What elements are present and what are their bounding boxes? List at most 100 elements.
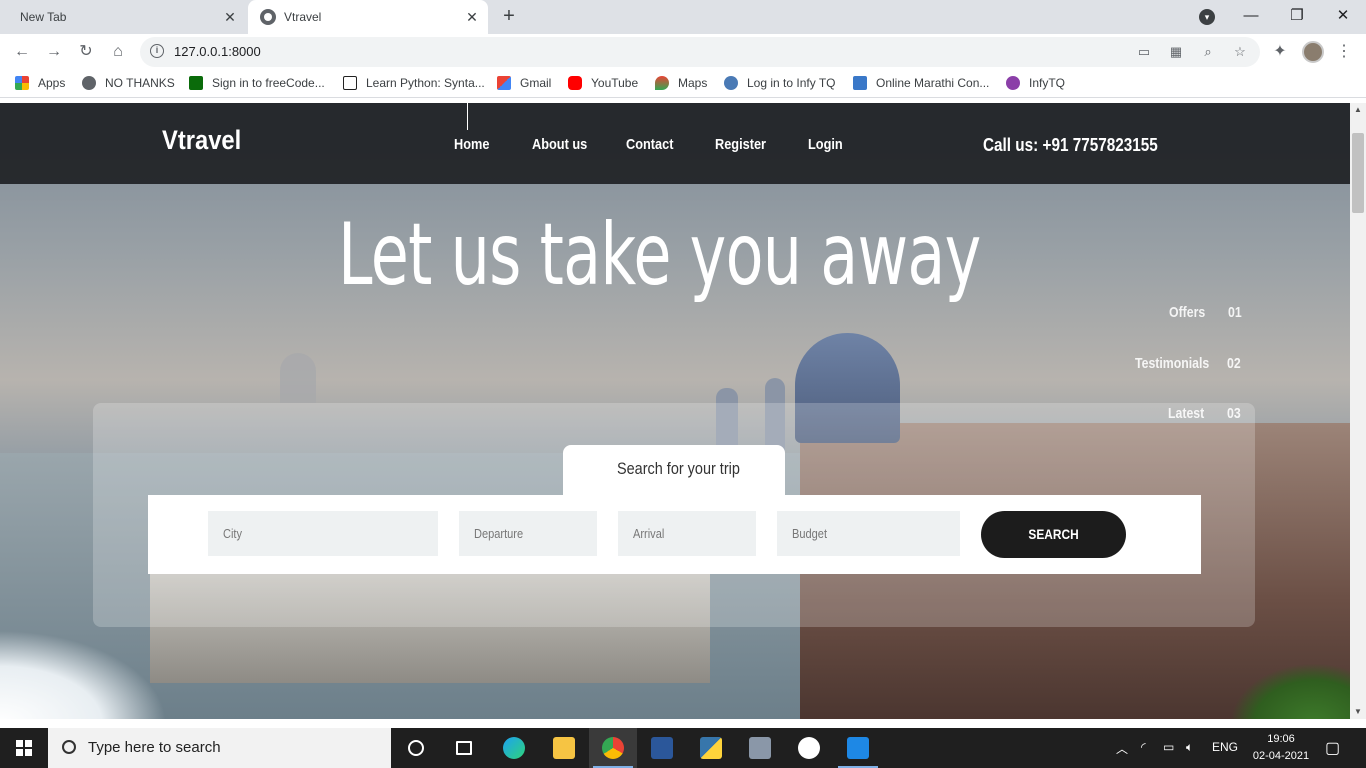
side-nav-offers-number: 01 <box>1228 304 1242 321</box>
active-nav-indicator <box>467 103 468 130</box>
minimize-button[interactable]: — <box>1228 0 1274 34</box>
battery-icon[interactable]: ▭ <box>1163 740 1174 754</box>
taskbar-search-box[interactable]: Type here to search <box>48 728 391 768</box>
site-header: Vtravel Home About us Contact Register L… <box>0 103 1350 184</box>
task-view-icon <box>456 741 472 755</box>
departure-input[interactable]: Departure <box>459 511 597 556</box>
city-input[interactable]: City <box>208 511 438 556</box>
bookmark-star-icon[interactable]: ☆ <box>1232 44 1248 60</box>
bookmark-label: Sign in to freeCode... <box>212 76 325 90</box>
forward-button[interactable]: → <box>42 40 66 64</box>
language-indicator[interactable]: ENG <box>1212 740 1238 754</box>
close-tab-icon[interactable]: ✕ <box>222 9 238 25</box>
search-button-label: SEARCH <box>1028 526 1079 542</box>
bookmark-infytq[interactable]: InfyTQ <box>1006 76 1065 90</box>
taskbar-python[interactable] <box>687 728 735 768</box>
windows-logo-icon <box>16 740 32 756</box>
tab-search-icon[interactable]: ▾ <box>1199 9 1215 25</box>
profile-avatar[interactable] <box>1302 41 1324 63</box>
menu-icon[interactable]: ⋮ <box>1332 40 1356 64</box>
scroll-down-arrow-icon[interactable]: ▼ <box>1350 705 1366 719</box>
clock-time: 19:06 <box>1267 733 1295 745</box>
maps-icon <box>655 76 669 90</box>
start-button[interactable] <box>0 728 48 768</box>
taskbar-file-explorer[interactable] <box>540 728 588 768</box>
notifications-icon[interactable]: ▢ <box>1325 738 1340 758</box>
cortana-button[interactable] <box>392 728 440 768</box>
network-icon[interactable]: ◜ <box>1141 740 1146 754</box>
arrival-input[interactable]: Arrival <box>618 511 756 556</box>
taskbar-chrome[interactable] <box>589 728 637 768</box>
nav-contact[interactable]: Contact <box>626 136 673 153</box>
site-logo[interactable]: Vtravel <box>162 125 241 156</box>
qr-code-icon[interactable]: ▦ <box>1168 44 1184 60</box>
page-scrollbar[interactable]: ▲ ▼ <box>1350 103 1366 719</box>
taskbar-clock[interactable]: 19:06 02-04-2021 <box>1246 731 1316 765</box>
task-view-button[interactable] <box>440 728 488 768</box>
taskbar-vscode[interactable] <box>834 728 882 768</box>
cortana-icon <box>408 740 424 756</box>
back-button[interactable]: ← <box>10 40 34 64</box>
volume-icon[interactable]: 🔈︎ <box>1186 740 1193 755</box>
bookmark-learn-python[interactable]: Learn Python: Synta... <box>343 76 485 90</box>
nav-home[interactable]: Home <box>454 136 489 153</box>
side-nav-offers[interactable]: Offers <box>1169 304 1205 321</box>
address-bar[interactable]: i 127.0.0.1:8000 ▭ ▦ ⌕ ☆ <box>140 37 1260 67</box>
bookmark-youtube[interactable]: YouTube <box>568 76 638 90</box>
bookmark-label: InfyTQ <box>1029 76 1066 90</box>
nav-register[interactable]: Register <box>715 136 766 153</box>
taskbar-camera[interactable] <box>736 728 784 768</box>
bookmark-apps[interactable]: Apps <box>15 76 65 90</box>
tab-vtravel[interactable]: Vtravel ✕ <box>248 0 488 34</box>
youtube-icon <box>568 76 582 90</box>
hero-image-plane-wing <box>0 623 180 719</box>
nav-about-us[interactable]: About us <box>532 136 587 153</box>
scrollbar-thumb[interactable] <box>1352 133 1364 213</box>
word-icon <box>651 737 673 759</box>
bookmark-label: Log in to Infy TQ <box>747 76 836 90</box>
infytq-icon <box>724 76 738 90</box>
chrome-icon <box>602 737 624 759</box>
new-tab-button[interactable]: + <box>498 6 520 28</box>
browser-tab-strip: New Tab ✕ Vtravel ✕ + ▾ — ❐ ✕ <box>0 0 1366 34</box>
reload-button[interactable]: ↻ <box>74 40 98 64</box>
taskbar-app[interactable] <box>785 728 833 768</box>
side-nav-testimonials[interactable]: Testimonials <box>1135 355 1209 372</box>
bookmark-online-marathi[interactable]: Online Marathi Con... <box>853 76 989 90</box>
extensions-icon[interactable]: ✦ <box>1268 40 1292 64</box>
search-icon <box>62 740 76 754</box>
hero-image-palm <box>1230 663 1350 719</box>
bookmark-gmail[interactable]: Gmail <box>497 76 551 90</box>
search-tab-label: Search for your trip <box>617 459 740 478</box>
show-hidden-icons-icon[interactable]: ︿ <box>1116 740 1128 757</box>
taskbar-word[interactable] <box>638 728 686 768</box>
python-icon <box>700 737 722 759</box>
arrival-placeholder: Arrival <box>633 526 665 541</box>
bookmark-freecodecamp[interactable]: Sign in to freeCode... <box>189 76 325 90</box>
info-icon[interactable]: i <box>150 44 164 58</box>
scroll-up-arrow-icon[interactable]: ▲ <box>1350 103 1366 117</box>
close-tab-icon[interactable]: ✕ <box>464 9 480 25</box>
codecademy-icon <box>343 76 357 90</box>
close-window-button[interactable]: ✕ <box>1320 0 1366 34</box>
globe-icon <box>82 76 96 90</box>
zoom-icon[interactable]: ⌕ <box>1200 44 1216 60</box>
home-button[interactable]: ⌂ <box>106 40 130 64</box>
taskbar-edge[interactable] <box>490 728 538 768</box>
tab-new-tab[interactable]: New Tab ✕ <box>0 0 246 34</box>
webpage: Vtravel Home About us Contact Register L… <box>0 103 1350 719</box>
restore-button[interactable]: ❐ <box>1274 0 1320 34</box>
search-button[interactable]: SEARCH <box>981 511 1126 558</box>
budget-input[interactable]: Budget <box>777 511 960 556</box>
cast-icon[interactable]: ▭ <box>1136 44 1152 60</box>
bookmark-maps[interactable]: Maps <box>655 76 707 90</box>
bookmark-no-thanks[interactable]: NO THANKS <box>82 76 175 90</box>
bookmark-infytq-login[interactable]: Log in to Infy TQ <box>724 76 836 90</box>
vscode-icon <box>847 737 869 759</box>
bookmark-label: Maps <box>678 76 708 90</box>
taskbar-search-placeholder: Type here to search <box>88 739 221 756</box>
hero-image-distant-dome <box>280 353 316 403</box>
app-icon <box>798 737 820 759</box>
nav-login[interactable]: Login <box>808 136 843 153</box>
tab-label: Vtravel <box>284 10 322 24</box>
